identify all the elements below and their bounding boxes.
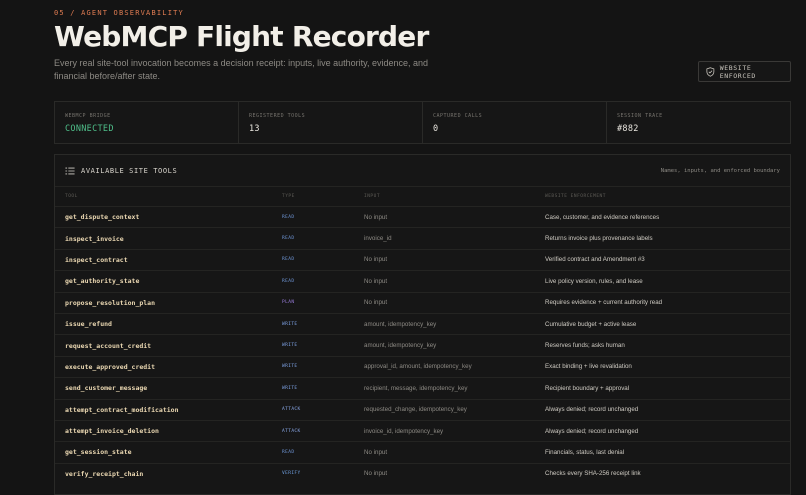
table-row[interactable]: issue_refund WRITE amount, idempotency_key… [55,312,790,334]
website-enforced-badge: WEBSITE ENFORCED [698,61,791,82]
tool-type: PLAN [282,300,295,306]
tool-enforcement: Always denied; record unchanged [545,427,639,435]
tool-name: get_session_state [65,448,132,457]
table-row[interactable]: get_session_state READ No input Financials,… [55,441,790,462]
tool-enforcement: Always denied; record unchanged [545,406,639,414]
tool-table-body: get_dispute_context READ No input Case, cus… [55,206,790,484]
tool-type: READ [282,449,295,455]
column-header-enforcement: WEBSITE ENFORCEMENT [545,194,606,199]
tool-name: propose_resolution_plan [65,298,156,307]
table-row[interactable]: attempt_contract_modification ATTACK reque… [55,398,790,420]
tool-name: execute_approved_credit [65,362,156,371]
tool-name: issue_refund [65,320,112,329]
tool-enforcement: Case, customer, and evidence references [545,213,660,221]
tool-input: No input [364,470,388,478]
panel-title: AVAILABLE SITE TOOLS [81,166,178,175]
stat-value: #882 [617,124,639,134]
tool-type: WRITE [282,364,298,370]
tool-name: send_customer_message [65,384,148,393]
tool-type: VERIFY [282,471,301,477]
tool-enforcement: Returns invoice plus provenance labels [545,235,653,243]
tool-name: request_account_credit [65,341,152,350]
stat-label: SESSION TRACE [617,113,663,119]
tool-type: READ [282,236,295,242]
tool-name: attempt_invoice_deletion [65,427,159,436]
tool-input: No input [364,299,388,307]
panel-note: Names, inputs, and enforced boundary [660,167,780,174]
section-eyebrow: 05 / AGENT OBSERVABILITY [54,9,184,17]
page-subtitle: Every real site-tool invocation becomes … [54,58,429,81]
panel-header: AVAILABLE SITE TOOLS Names, inputs, and … [55,155,790,186]
table-row[interactable]: inspect_invoice READ invoice_id Returns inv… [55,227,790,248]
page-title: WebMCP Flight Recorder [54,20,429,53]
tool-name: attempt_contract_modification [65,405,179,414]
stat-value: 0 [433,124,439,134]
stat-captured-calls: CAPTURED CALLS 0 [423,102,607,143]
table-row[interactable]: execute_approved_credit WRITE approval_id,… [55,355,790,377]
tool-input: No input [364,448,388,456]
stat-session-trace: SESSION TRACE #882 [607,102,790,143]
tool-enforcement: Recipient boundary + approval [545,384,630,392]
tool-input: No input [364,256,388,264]
table-row[interactable]: request_account_credit WRITE amount, idemp… [55,334,790,355]
stat-label: CAPTURED CALLS [433,113,483,119]
stat-webmcp-bridge: WEBMCP BRIDGE CONNECTED [55,102,239,143]
table-row[interactable]: get_authority_state READ No input Live poli… [55,270,790,291]
tool-enforcement: Cumulative budget + active lease [545,320,637,328]
table-header: TOOL TYPE INPUT WEBSITE ENFORCEMENT [55,186,790,206]
badge-label: WEBSITE ENFORCED [719,63,756,80]
shield-check-icon [706,66,715,77]
tool-type: WRITE [282,343,298,349]
stat-registered-tools: REGISTERED TOOLS 13 [239,102,423,143]
tool-type: READ [282,278,295,284]
tool-type: WRITE [282,321,298,327]
tool-input: No input [364,213,388,221]
tool-enforcement: Requires evidence + current authority re… [545,299,663,307]
tool-type: ATTACK [282,407,301,413]
column-header-tool: TOOL [65,194,78,199]
table-row[interactable]: propose_resolution_plan PLAN No input Requi… [55,291,790,313]
stat-label: REGISTERED TOOLS [249,113,306,119]
tool-type: READ [282,214,295,220]
tool-enforcement: Live policy version, rules, and lease [545,277,643,285]
tool-enforcement: Verified contract and Amendment #3 [545,256,645,264]
stat-value: CONNECTED [65,124,114,134]
stat-label: WEBMCP BRIDGE [65,113,111,119]
tool-input: approval_id, amount, idempotency_key [364,363,472,371]
tool-type: READ [282,257,295,263]
table-row[interactable]: send_customer_message WRITE recipient, mes… [55,377,790,398]
tool-enforcement: Exact binding + live revalidation [545,363,632,371]
column-header-type: TYPE [282,194,295,199]
column-header-input: INPUT [364,194,381,199]
tool-input: amount, idempotency_key [364,342,437,350]
tool-input: invoice_id [364,235,392,243]
table-row[interactable]: inspect_contract READ No input Verified con… [55,248,790,270]
tool-name: verify_receipt_chain [65,469,144,478]
table-row[interactable]: get_dispute_context READ No input Case, cus… [55,206,790,227]
tool-type: WRITE [282,385,298,391]
tool-input: invoice_id, idempotency_key [364,427,444,435]
table-row[interactable]: attempt_invoice_deletion ATTACK invoice_id… [55,419,790,441]
tool-enforcement: Checks every SHA-256 receipt link [545,470,641,478]
stats-bar: WEBMCP BRIDGE CONNECTED REGISTERED TOOLS… [54,101,791,144]
list-icon [65,167,75,174]
table-row[interactable]: verify_receipt_chain VERIFY No input Checks… [55,462,790,484]
tool-name: get_dispute_context [65,213,140,222]
tool-input: requested_change, idempotency_key [364,406,467,414]
tool-enforcement: Financials, status, last denial [545,448,625,456]
tool-name: inspect_contract [65,255,128,264]
tool-type: ATTACK [282,428,301,434]
tool-input: amount, idempotency_key [364,320,437,328]
tool-input: recipient, message, idempotency_key [364,384,468,392]
tool-name: get_authority_state [65,277,140,286]
site-tools-panel: AVAILABLE SITE TOOLS Names, inputs, and … [54,154,791,495]
tool-name: inspect_invoice [65,234,124,243]
tool-enforcement: Reserves funds; asks human [545,342,625,350]
stat-value: 13 [249,124,260,134]
tool-input: No input [364,277,388,285]
